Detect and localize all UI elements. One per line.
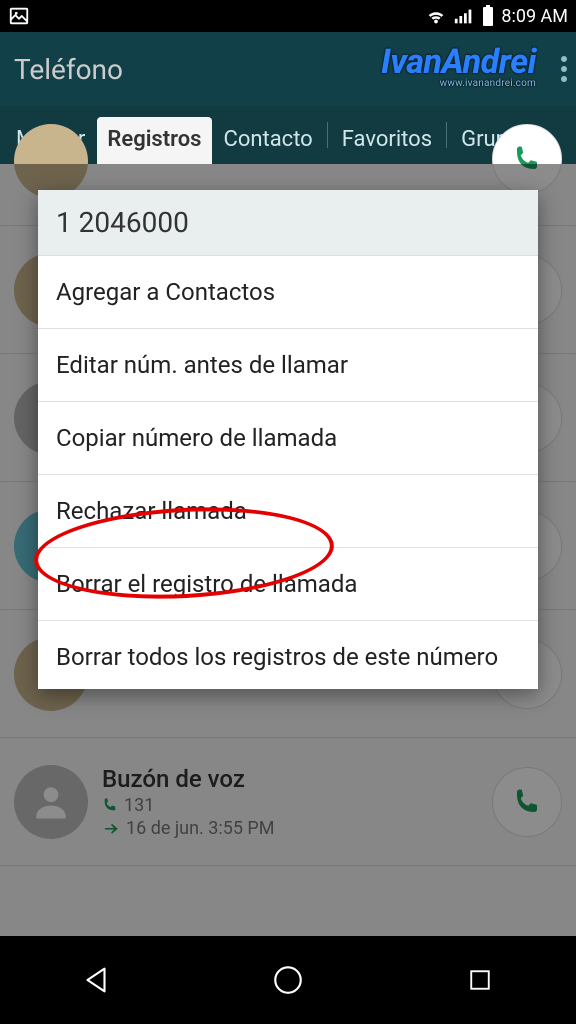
option-copy-call-number[interactable]: Copiar número de llamada [38,402,538,475]
wifi-icon [425,5,447,27]
content-area: 16 de jun. 4:14 PM Buzón de voz 131 [0,164,576,936]
option-delete-all-logs-for-number[interactable]: Borrar todos los registros de este númer… [38,621,538,689]
option-delete-call-log[interactable]: Borrar el registro de llamada [38,548,538,621]
option-edit-number-before-call[interactable]: Editar núm. antes de llamar [38,329,538,402]
tab-contacto[interactable]: Contacto [214,117,323,164]
picture-icon [8,5,30,27]
status-time: 8:09 AM [501,6,568,27]
context-menu-header: 1 2046000 [38,190,538,256]
context-menu: 1 2046000 Agregar a Contactos Editar núm… [38,190,538,689]
tab-registros[interactable]: Registros [97,117,211,164]
option-reject-call[interactable]: Rechazar llamada [38,475,538,548]
tab-favoritos[interactable]: Favoritos [332,117,442,164]
signal-icon [453,5,475,27]
status-bar: 8:09 AM [0,0,576,32]
system-nav-bar [0,936,576,1024]
overflow-menu-icon[interactable] [560,54,568,84]
recent-apps-button[interactable] [460,960,500,1000]
tab-divider [446,122,447,148]
home-button[interactable] [268,960,308,1000]
option-add-to-contacts[interactable]: Agregar a Contactos [38,256,538,329]
tab-divider [327,122,328,148]
app-title: Teléfono [14,53,123,86]
battery-icon [481,5,495,27]
back-button[interactable] [76,960,116,1000]
watermark-brand: IvanAndrei www.ivanandrei.com [381,42,536,89]
app-titlebar: Teléfono IvanAndrei www.ivanandrei.com [0,32,576,106]
